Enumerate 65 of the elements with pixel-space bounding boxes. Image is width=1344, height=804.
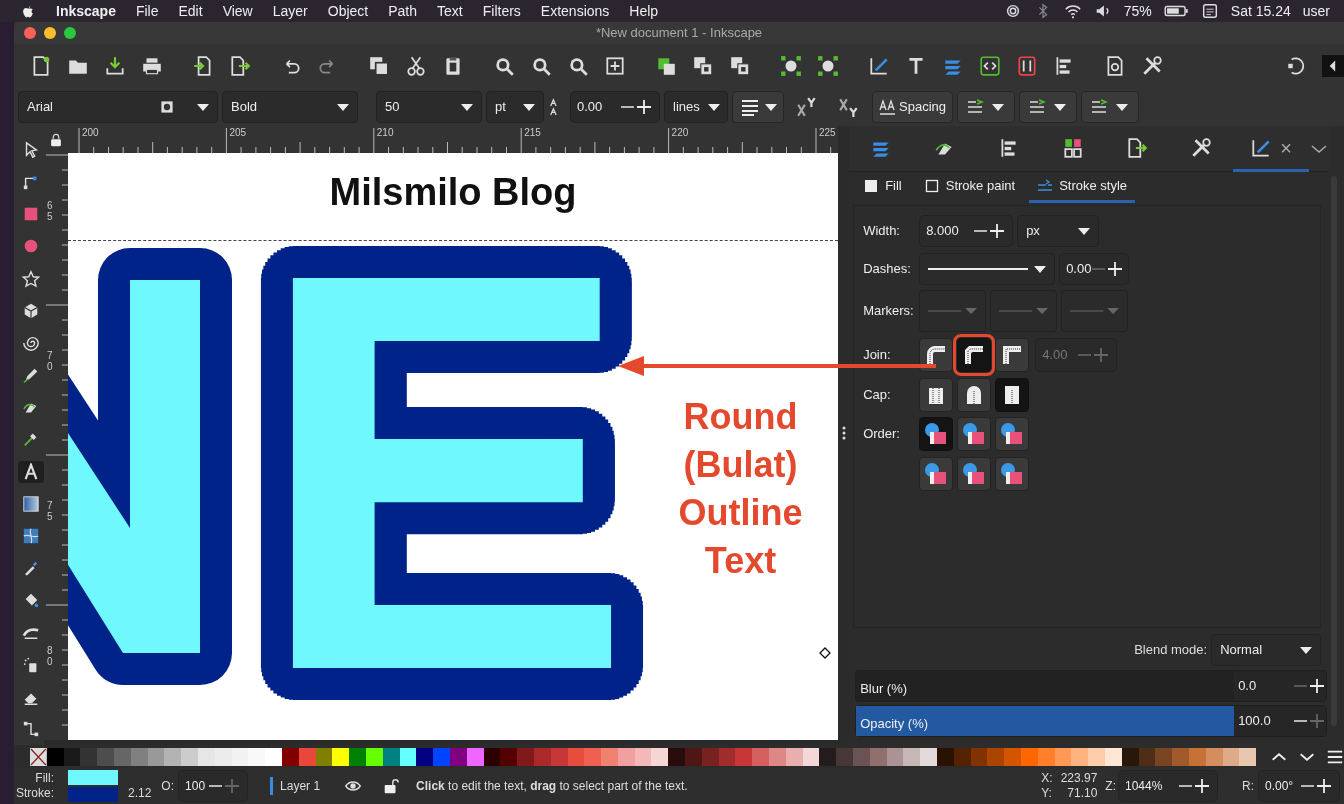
field-label: X: bbox=[1041, 771, 1053, 786]
spacing-button[interactable]: Spacing bbox=[872, 91, 953, 123]
menu-item[interactable]: Help bbox=[629, 0, 659, 22]
menu-item[interactable]: Filters bbox=[482, 0, 521, 22]
coordinate: 223.97 bbox=[1060, 771, 1098, 786]
window-title: *New document 1 - Inkscape bbox=[595, 24, 763, 43]
field-label: Stroke: bbox=[15, 786, 54, 801]
dock-tab[interactable]: × bbox=[1233, 126, 1310, 172]
tab[interactable]: Stroke style bbox=[1029, 172, 1136, 203]
field-label: Markers: bbox=[863, 302, 915, 321]
field-label: Cap: bbox=[863, 386, 892, 405]
ruler-label: 75 bbox=[47, 500, 54, 522]
line-height-field[interactable]: 0.00 bbox=[570, 91, 660, 123]
ruler-label: 210 bbox=[376, 127, 394, 138]
ruler-label: 205 bbox=[229, 127, 247, 138]
field-label: O: bbox=[161, 778, 175, 795]
stroke-width: 2.12 bbox=[128, 785, 152, 802]
clock[interactable]: Sat 15.24 bbox=[1230, 0, 1291, 22]
field-label: Join: bbox=[863, 346, 892, 365]
field-label: Y: bbox=[1041, 786, 1053, 801]
unit-combo[interactable]: px bbox=[1017, 215, 1100, 247]
font-family-combo[interactable]: Arial bbox=[18, 91, 218, 123]
ruler-label: 65 bbox=[47, 200, 54, 222]
layer-name[interactable]: Layer 1 bbox=[270, 777, 321, 795]
line-unit-combo[interactable]: lines bbox=[664, 91, 728, 123]
menu-item[interactable]: File bbox=[135, 0, 159, 22]
canvas-text: Milsmilo Blog bbox=[328, 173, 578, 211]
field-label: Dashes: bbox=[863, 260, 912, 279]
field-label: Width: bbox=[863, 222, 901, 241]
zoom-field[interactable]: 1044% bbox=[1118, 770, 1218, 802]
annotation-text: Round (Bulat) Outline Text bbox=[677, 395, 804, 583]
menu-item[interactable]: Layer bbox=[272, 0, 308, 22]
status-message: Click to edit the text, drag to select part of the text. bbox=[416, 778, 688, 795]
menu-item[interactable]: Edit bbox=[178, 0, 203, 22]
menu-item[interactable]: Extensions bbox=[540, 0, 610, 22]
unit-combo[interactable]: pt bbox=[486, 91, 544, 123]
ruler-label: 70 bbox=[47, 350, 54, 372]
field-label: Order: bbox=[863, 425, 901, 444]
font-style-combo[interactable]: Bold bbox=[222, 91, 358, 123]
menu-item[interactable]: Object bbox=[327, 0, 369, 22]
field-label: R: bbox=[1242, 778, 1254, 795]
ruler-label: 220 bbox=[671, 127, 689, 138]
blend-mode-combo[interactable]: Normal bbox=[1211, 634, 1322, 666]
menu-item[interactable]: View bbox=[222, 0, 253, 22]
ruler-label: 80 bbox=[47, 645, 54, 667]
tab[interactable]: Fill bbox=[855, 172, 910, 203]
tab[interactable]: Stroke paint bbox=[915, 172, 1024, 203]
battery-percentage: 75% bbox=[1123, 1, 1152, 21]
rotation-field[interactable]: 0.00° bbox=[1258, 770, 1340, 802]
width-field[interactable]: 8.000 bbox=[919, 215, 1014, 247]
font-size-combo[interactable]: 50 bbox=[376, 91, 482, 123]
app-name[interactable]: Inkscape bbox=[56, 0, 116, 22]
menu-item[interactable]: Path bbox=[388, 0, 418, 22]
field-label: Blend mode: bbox=[1134, 641, 1208, 660]
ruler-label: 200 bbox=[82, 127, 99, 138]
user-name[interactable]: user bbox=[1302, 0, 1330, 22]
coordinate: 71.10 bbox=[1066, 786, 1098, 801]
field-label: Fill: bbox=[34, 771, 54, 786]
menu-item[interactable]: Text bbox=[437, 0, 463, 22]
opacity-field[interactable]: 100 bbox=[178, 770, 249, 802]
close-button[interactable]: × bbox=[1280, 132, 1292, 163]
dash-offset-field[interactable]: 0.00 bbox=[1059, 253, 1130, 285]
field-label: Z: bbox=[1105, 778, 1116, 795]
ruler-label: 225 bbox=[819, 127, 836, 138]
ruler-label: 215 bbox=[524, 127, 541, 138]
